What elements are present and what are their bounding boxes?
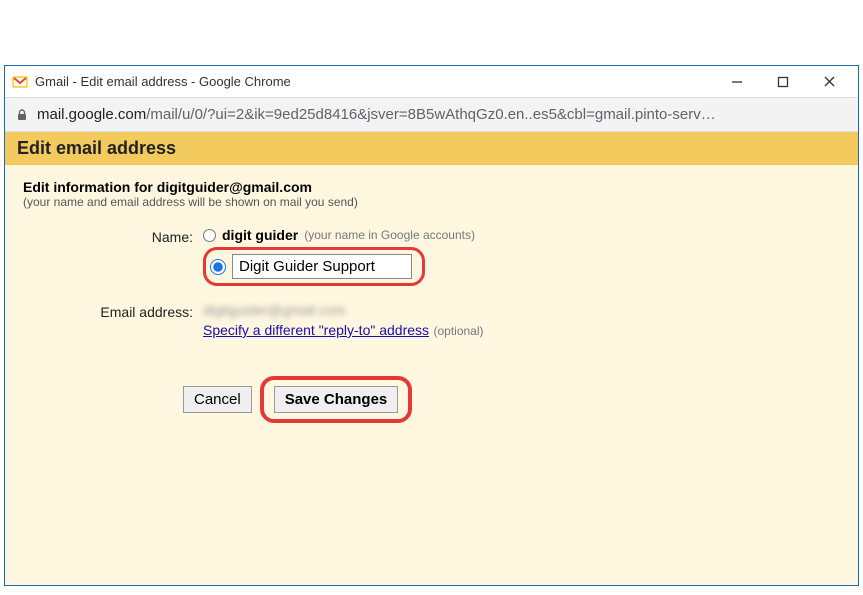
save-highlight: Save Changes [260,376,413,423]
url-text: mail.google.com/mail/u/0/?ui=2&ik=9ed25d… [37,106,716,123]
reply-to-link[interactable]: Specify a different "reply-to" address [203,322,429,338]
email-label: Email address: [23,302,203,320]
google-name-option[interactable]: digit guider (your name in Google accoun… [203,227,840,243]
save-button[interactable]: Save Changes [274,386,399,413]
close-button[interactable] [806,67,852,97]
google-name-radio[interactable] [203,229,216,242]
address-bar[interactable]: mail.google.com/mail/u/0/?ui=2&ik=9ed25d… [5,98,858,132]
email-row: Email address: digitguider@gmail.com Spe… [23,302,840,340]
custom-name-radio[interactable] [210,259,226,275]
google-name-text: digit guider [222,227,298,243]
browser-window: Gmail - Edit email address - Google Chro… [4,65,859,586]
name-row: Name: digit guider (your name in Google … [23,227,840,290]
button-row: Cancel Save Changes [183,376,840,423]
custom-name-input[interactable] [232,254,412,279]
reply-to-optional: (optional) [433,324,483,338]
titlebar: Gmail - Edit email address - Google Chro… [5,66,858,98]
window-controls [714,67,852,97]
cancel-button[interactable]: Cancel [183,386,252,413]
url-host: mail.google.com [37,106,146,123]
lock-icon [15,108,29,122]
email-value: digitguider@gmail.com [203,302,840,318]
custom-name-option[interactable] [203,247,425,286]
google-name-hint: (your name in Google accounts) [304,228,475,242]
page-header: Edit email address [5,132,858,165]
name-label: Name: [23,227,203,245]
window-title: Gmail - Edit email address - Google Chro… [35,74,714,89]
page-content: Edit email address Edit information for … [5,132,858,585]
info-sub: (your name and email address will be sho… [23,195,840,209]
page-title: Edit email address [17,138,846,159]
info-heading: Edit information for digitguider@gmail.c… [23,179,840,195]
minimize-button[interactable] [714,67,760,97]
maximize-button[interactable] [760,67,806,97]
page-body: Edit information for digitguider@gmail.c… [5,165,858,585]
url-path: /mail/u/0/?ui=2&ik=9ed25d8416&jsver=8B5w… [146,106,716,123]
app-icon [11,73,29,91]
